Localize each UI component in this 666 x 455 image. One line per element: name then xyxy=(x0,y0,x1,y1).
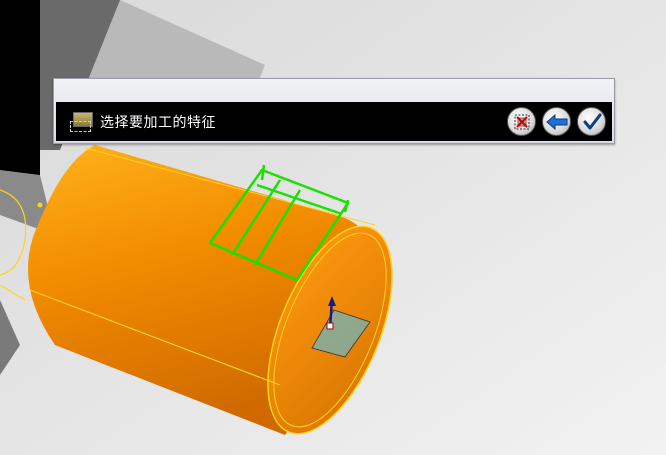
prompt-title-bar xyxy=(54,79,614,101)
point-marker xyxy=(37,202,43,208)
back-button[interactable] xyxy=(542,107,571,136)
confirm-button[interactable] xyxy=(577,107,606,136)
prompt-text: 选择要加工的特征 xyxy=(100,114,216,131)
cancel-selection-icon xyxy=(514,114,529,129)
feature-icon xyxy=(70,111,93,132)
prompt-panel: 选择要加工的特征 xyxy=(53,78,615,144)
prompt-bar: 选择要加工的特征 xyxy=(56,102,612,141)
prompt-buttons xyxy=(507,107,606,136)
origin-marker xyxy=(326,322,334,330)
3d-viewport[interactable] xyxy=(0,0,666,455)
black-block xyxy=(0,0,40,175)
cancel-selection-button[interactable] xyxy=(507,107,536,136)
checkmark-icon xyxy=(583,113,601,129)
back-arrow-icon xyxy=(545,113,567,130)
scene-svg[interactable] xyxy=(0,0,666,455)
